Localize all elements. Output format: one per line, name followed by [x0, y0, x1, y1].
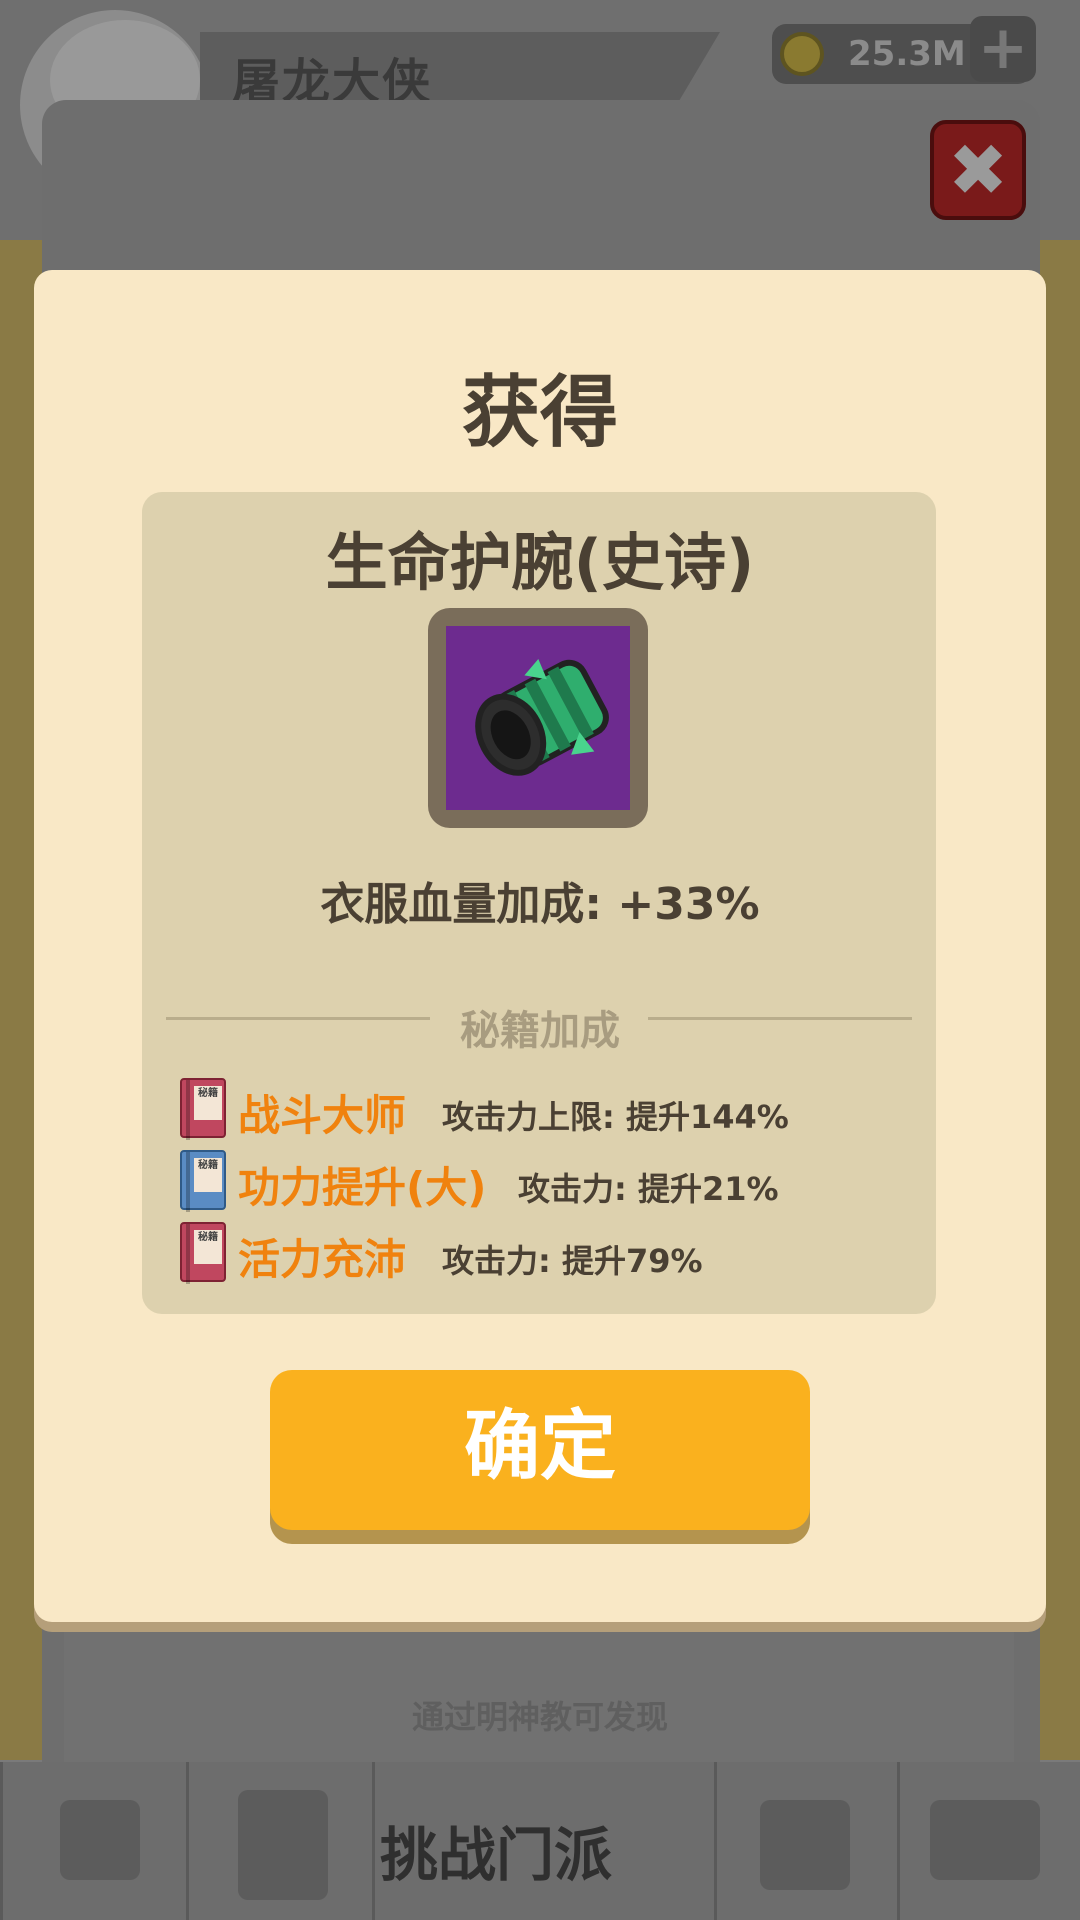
divider — [648, 1017, 912, 1020]
bonus-name: 功力提升(大) — [238, 1163, 487, 1212]
background-hint-text: 通过明神教可发现 — [411, 1698, 668, 1736]
bonus-name: 活力充沛 — [238, 1235, 407, 1284]
bonus-effect: 攻击力: 提升79% — [442, 1242, 703, 1280]
bonus-name: 战斗大师 — [238, 1091, 407, 1140]
book-icon: 秘籍 — [180, 1150, 226, 1212]
bonus-row: 秘籍 活力充沛 攻击力: 提升79% — [180, 1222, 940, 1284]
bonus-row: 秘籍 功力提升(大) 攻击力: 提升21% — [180, 1150, 940, 1212]
collect-icon — [930, 1800, 1040, 1880]
bonus-effect: 攻击力: 提升21% — [518, 1170, 779, 1208]
divider — [166, 1017, 430, 1020]
currency-value: 25.3M — [848, 34, 966, 74]
item-stat: 衣服血量加成: +33% — [320, 879, 760, 930]
bonus-row: 秘籍 战斗大师 攻击力上限: 提升144% — [180, 1078, 940, 1140]
refine-book-icon — [238, 1790, 328, 1900]
confirm-button[interactable]: 确定 — [270, 1370, 810, 1530]
book-icon: 秘籍 — [180, 1078, 226, 1140]
book-icon: 秘籍 — [180, 1222, 226, 1284]
home-icon — [760, 1800, 850, 1890]
close-button[interactable]: ✖ — [930, 120, 1026, 220]
bottom-tab-challenge-label: 挑战门派 — [380, 1821, 613, 1889]
task-icon — [60, 1800, 140, 1880]
coin-icon — [780, 32, 824, 76]
bonus-effect: 攻击力上限: 提升144% — [442, 1098, 789, 1136]
bracer-icon — [446, 626, 630, 810]
item-name: 生命护腕(史诗) — [325, 526, 755, 599]
add-currency-button[interactable]: + — [970, 16, 1036, 82]
modal-title: 获得 — [461, 368, 618, 458]
section-label: 秘籍加成 — [460, 1008, 620, 1054]
